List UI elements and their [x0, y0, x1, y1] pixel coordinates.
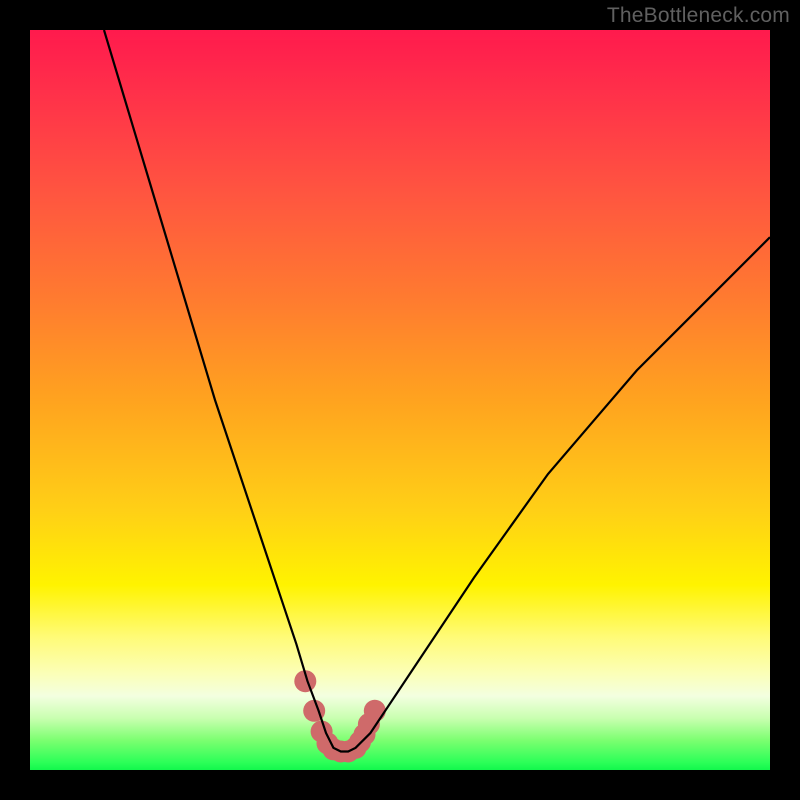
curve-marker [358, 713, 380, 735]
curve-marker [337, 741, 359, 763]
watermark-text: TheBottleneck.com [607, 4, 790, 28]
outer-frame: TheBottleneck.com [0, 0, 800, 800]
curve-marker [303, 700, 325, 722]
bottleneck-curve [104, 30, 770, 752]
curve-marker [317, 732, 339, 754]
curve-marker [330, 741, 352, 763]
curve-marker [354, 724, 376, 746]
curve-marker [322, 738, 344, 760]
curve-marker [349, 731, 371, 753]
chart-svg [30, 30, 770, 770]
curve-marker [294, 670, 316, 692]
curve-marker [345, 737, 367, 759]
marker-group [294, 670, 386, 762]
plot-area [30, 30, 770, 770]
curve-marker [311, 721, 333, 743]
curve-marker [364, 700, 386, 722]
